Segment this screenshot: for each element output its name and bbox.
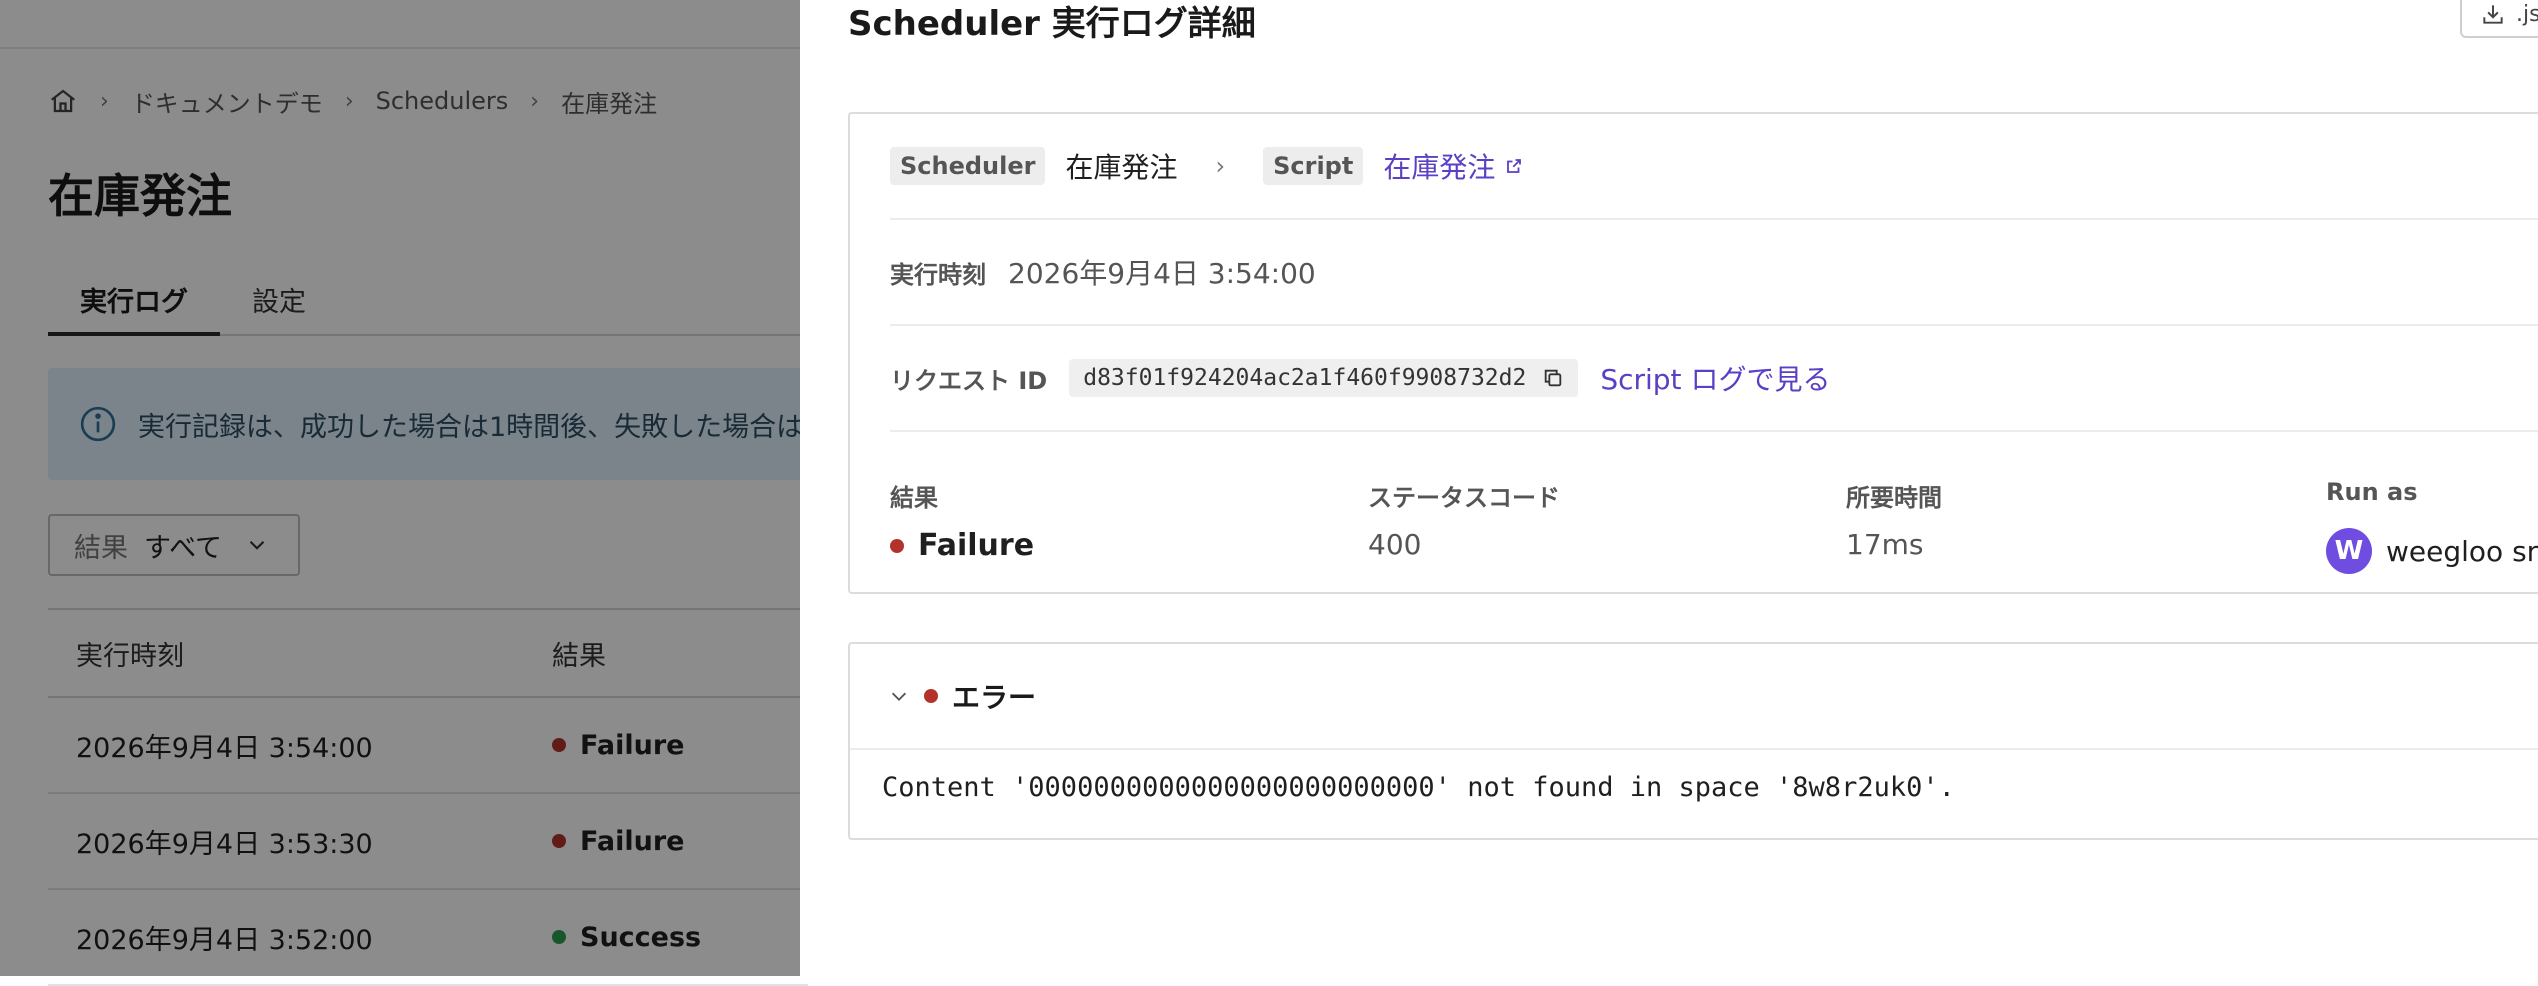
stat-result-text: Failure	[918, 528, 1035, 563]
execution-time-label: 実行時刻	[890, 260, 986, 289]
request-id-chip: d83f01f924204ac2a1f460f9908732d2	[1069, 359, 1579, 397]
script-log-link[interactable]: Script ログで見る	[1600, 358, 1830, 398]
scheduler-name: 在庫発注	[1065, 151, 1178, 184]
request-id-value: d83f01f924204ac2a1f460f9908732d2	[1083, 365, 1527, 391]
request-id-label: リクエスト ID	[890, 366, 1048, 395]
error-panel: エラー Content '0000000000000000000000000' …	[848, 642, 2538, 840]
stat-result-value: Failure	[890, 528, 1034, 563]
error-title: エラー	[952, 681, 1037, 714]
modal-backdrop[interactable]	[0, 0, 800, 976]
error-panel-header[interactable]: エラー	[850, 644, 2538, 750]
execution-summary-card: Scheduler 在庫発注 › Script 在庫発注 実行時刻 2026年9…	[848, 112, 2538, 594]
chevron-right-icon: ›	[1215, 152, 1226, 180]
run-as-user: weegloo sn	[2386, 534, 2538, 568]
scheduler-tag: Scheduler	[890, 147, 1046, 185]
execution-time-value: 2026年9月4日 3:54:00	[1008, 257, 1316, 290]
script-link[interactable]: 在庫発注	[1383, 146, 1523, 186]
stat-duration-label: 所要時間	[1846, 484, 1942, 512]
stat-run-as-label: Run as	[2326, 478, 2418, 506]
chevron-down-icon[interactable]	[888, 685, 910, 707]
script-link-text: 在庫発注	[1383, 151, 1496, 184]
execution-stats: 結果 Failure ステータスコード 400 所要時間 17ms Run as…	[890, 432, 2538, 596]
status-dot-failure	[890, 538, 904, 553]
error-message: Content '0000000000000000000000000' not …	[882, 772, 1955, 803]
stat-run-as-value: W weegloo sn	[2326, 528, 2538, 574]
external-link-icon	[1507, 159, 1522, 173]
stat-status-code-value: 400	[1368, 528, 1422, 561]
stat-status-code-label: ステータスコード	[1368, 484, 1560, 512]
status-dot-failure	[924, 689, 938, 703]
download-button-label: .js	[2516, 1, 2538, 27]
copy-icon[interactable]	[1542, 367, 1564, 389]
stat-duration-value: 17ms	[1846, 528, 1924, 561]
scheduler-script-row: Scheduler 在庫発注 › Script 在庫発注	[890, 114, 2538, 220]
script-tag: Script	[1263, 147, 1364, 185]
download-json-button[interactable]: .js	[2460, 0, 2538, 38]
execution-detail-drawer: Scheduler 実行ログ詳細 .js Scheduler 在庫発注 › Sc…	[800, 0, 2538, 976]
request-id-row: リクエスト ID d83f01f924204ac2a1f460f9908732d…	[890, 326, 2538, 432]
drawer-title: Scheduler 実行ログ詳細	[848, 4, 1256, 44]
download-icon	[2483, 5, 2503, 24]
stat-result-label: 結果	[890, 484, 938, 512]
execution-time-row: 実行時刻 2026年9月4日 3:54:00	[890, 220, 2538, 326]
avatar: W	[2326, 528, 2372, 574]
